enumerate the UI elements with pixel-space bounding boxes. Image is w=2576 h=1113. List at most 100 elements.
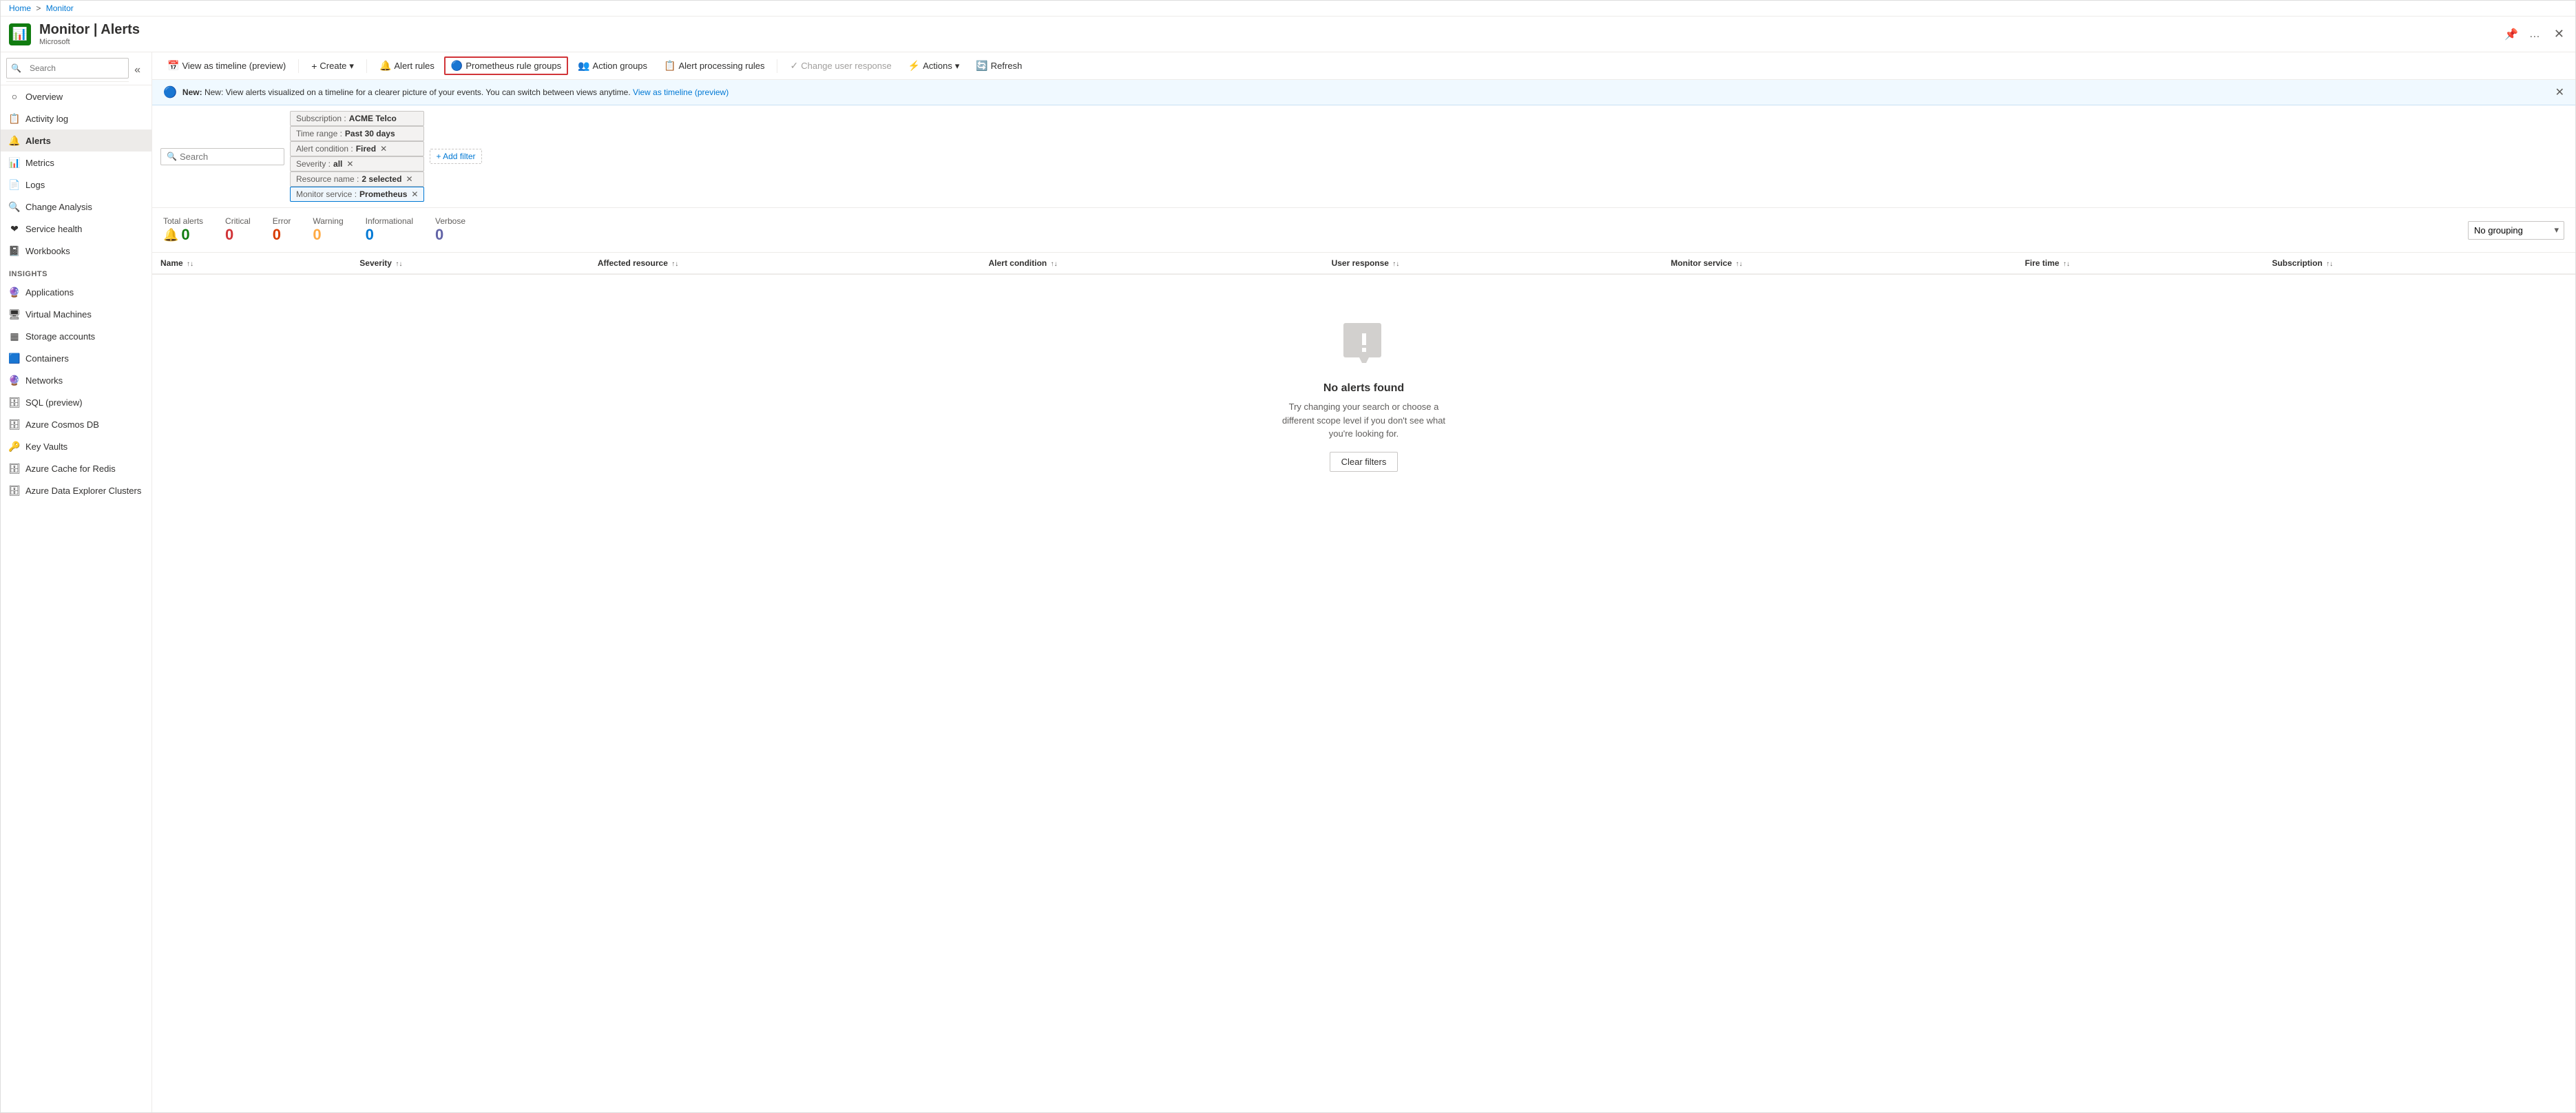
applications-icon: 🔮 bbox=[9, 287, 20, 298]
notification-close-button[interactable]: ✕ bbox=[2555, 85, 2564, 99]
pin-button[interactable]: 📌 bbox=[2502, 25, 2521, 44]
sidebar-label-metrics: Metrics bbox=[25, 158, 54, 168]
filter-chip-alert_condition[interactable]: Alert condition :Fired ✕ bbox=[290, 141, 424, 156]
sidebar-collapse-button[interactable]: « bbox=[129, 59, 146, 82]
clear-filters-button[interactable]: Clear filters bbox=[1330, 452, 1399, 472]
refresh-icon: 🔄 bbox=[976, 60, 987, 72]
alerts-icon: 🔔 bbox=[9, 135, 20, 146]
prometheus-icon: 🔵 bbox=[451, 60, 463, 72]
column-header-affected_resource[interactable]: Affected resource ↑↓ bbox=[589, 253, 981, 274]
sidebar-label-virtual_machines: Virtual Machines bbox=[25, 309, 92, 320]
breadcrumb-monitor[interactable]: Monitor bbox=[46, 3, 74, 13]
search-filter[interactable]: 🔍 bbox=[160, 148, 284, 165]
key_vaults-icon: 🔑 bbox=[9, 441, 20, 452]
sidebar: 🔍 « ○Overview📋Activity log🔔Alerts📊Metric… bbox=[1, 52, 152, 1112]
more-button[interactable]: … bbox=[2526, 25, 2543, 43]
add-filter-button[interactable]: + Add filter bbox=[430, 149, 481, 164]
stat-critical: Critical 0 bbox=[225, 216, 251, 244]
change-user-response-button[interactable]: ✓ Change user response bbox=[783, 56, 898, 75]
chip-close-resource_name[interactable]: ✕ bbox=[406, 174, 412, 184]
chip-label-resource_name: Resource name : bbox=[296, 174, 359, 184]
grouping-select[interactable]: No groupingSmart groupingSubscriptionRes… bbox=[2468, 221, 2564, 240]
column-header-monitor_service[interactable]: Monitor service ↑↓ bbox=[1662, 253, 2016, 274]
sidebar-label-networks: Networks bbox=[25, 375, 63, 386]
sidebar-item-sql_preview[interactable]: 🗄 SQL (preview) bbox=[1, 391, 151, 413]
chip-value-subscription: ACME Telco bbox=[349, 114, 397, 123]
breadcrumb-home[interactable]: Home bbox=[9, 3, 31, 13]
empty-state-subtitle: Try changing your search or choose a dif… bbox=[1275, 400, 1454, 441]
sidebar-label-logs: Logs bbox=[25, 180, 45, 190]
sort-icon-fire_time: ↑↓ bbox=[2063, 260, 2070, 268]
column-header-user_response[interactable]: User response ↑↓ bbox=[1323, 253, 1663, 274]
sort-icon-affected_resource: ↑↓ bbox=[671, 260, 678, 268]
alert-processing-icon: 📋 bbox=[664, 60, 676, 72]
action-groups-button[interactable]: 👥 Action groups bbox=[571, 56, 654, 75]
virtual_machines-icon: 🖥 bbox=[9, 309, 20, 320]
alert-processing-rules-button[interactable]: 📋 Alert processing rules bbox=[657, 56, 771, 75]
close-button[interactable]: ✕ bbox=[2551, 24, 2567, 44]
column-header-severity[interactable]: Severity ↑↓ bbox=[351, 253, 589, 274]
view-timeline-button[interactable]: 📅 View as timeline (preview) bbox=[160, 56, 293, 75]
column-header-subscription[interactable]: Subscription ↑↓ bbox=[2263, 253, 2575, 274]
total-alert-icon: 🔔 bbox=[163, 228, 178, 242]
sidebar-item-workbooks[interactable]: 📓Workbooks bbox=[1, 240, 151, 262]
sidebar-item-logs[interactable]: 📄 Logs bbox=[1, 174, 151, 196]
filter-chip-subscription[interactable]: Subscription :ACME Telco bbox=[290, 111, 424, 126]
column-header-alert_condition[interactable]: Alert condition ↑↓ bbox=[981, 253, 1323, 274]
refresh-button[interactable]: 🔄 Refresh bbox=[969, 56, 1029, 75]
sidebar-item-storage_accounts[interactable]: ▦Storage accounts bbox=[1, 325, 151, 347]
sort-icon-alert_condition: ↑↓ bbox=[1051, 260, 1058, 268]
sidebar-item-service_health[interactable]: ❤Service health bbox=[1, 218, 151, 240]
chip-label-alert_condition: Alert condition : bbox=[296, 144, 353, 154]
filter-chip-severity[interactable]: Severity :all✕ bbox=[290, 156, 424, 171]
sql_preview-icon: 🗄 bbox=[9, 397, 20, 408]
logs-icon: 📄 bbox=[9, 179, 20, 190]
search-input[interactable] bbox=[180, 152, 262, 162]
chip-close-alert_condition[interactable]: ✕ bbox=[380, 144, 387, 154]
sidebar-item-networks[interactable]: 🔮Networks bbox=[1, 369, 151, 391]
sidebar-search-icon: 🔍 bbox=[11, 63, 21, 73]
column-header-name[interactable]: Name ↑↓ bbox=[152, 253, 351, 274]
sidebar-item-activity_log[interactable]: 📋Activity log bbox=[1, 107, 151, 129]
cosmos_db-icon: 🗄 bbox=[9, 419, 20, 430]
breadcrumb: Home > Monitor bbox=[1, 1, 2575, 17]
sidebar-search-input[interactable] bbox=[24, 61, 124, 76]
chip-close-monitor_service[interactable]: ✕ bbox=[411, 189, 418, 199]
filter-chip-resource_name[interactable]: Resource name :2 selected✕ bbox=[290, 171, 424, 187]
sidebar-item-virtual_machines[interactable]: 🖥 Virtual Machines bbox=[1, 303, 151, 325]
stat-error: Error 0 bbox=[273, 216, 291, 244]
sidebar-item-metrics[interactable]: 📊Metrics bbox=[1, 152, 151, 174]
sidebar-item-cosmos_db[interactable]: 🗄Azure Cosmos DB bbox=[1, 413, 151, 435]
sort-icon-user_response: ↑↓ bbox=[1392, 260, 1399, 268]
chip-value-severity: all bbox=[333, 159, 342, 169]
insights-section-label: Insights bbox=[1, 262, 151, 281]
alert-rules-button[interactable]: 🔔 Alert rules bbox=[373, 56, 441, 75]
chip-label-subscription: Subscription : bbox=[296, 114, 346, 123]
sidebar-item-data_explorer[interactable]: 🗄Azure Data Explorer Clusters bbox=[1, 479, 151, 501]
sidebar-item-key_vaults[interactable]: 🔑Key Vaults bbox=[1, 435, 151, 457]
notification-link[interactable]: View as timeline (preview) bbox=[633, 87, 729, 97]
filter-chip-time_range[interactable]: Time range :Past 30 days bbox=[290, 126, 424, 141]
column-header-fire_time[interactable]: Fire time ↑↓ bbox=[2017, 253, 2264, 274]
lightning-icon: ⚡ bbox=[908, 60, 920, 72]
stat-total: Total alerts 🔔 0 bbox=[163, 216, 203, 244]
sidebar-item-overview[interactable]: ○Overview bbox=[1, 85, 151, 107]
page-header: 📊 Monitor | Alerts Microsoft 📌 … ✕ bbox=[1, 17, 2575, 52]
create-button[interactable]: + Create ▾ bbox=[304, 57, 361, 75]
page-subtitle: Microsoft bbox=[39, 38, 2493, 46]
sidebar-item-applications[interactable]: 🔮Applications bbox=[1, 281, 151, 303]
stat-verbose: Verbose 0 bbox=[435, 216, 465, 244]
sidebar-label-sql_preview: SQL (preview) bbox=[25, 397, 83, 408]
sidebar-item-cache_redis[interactable]: 🗄Azure Cache for Redis bbox=[1, 457, 151, 479]
actions-button[interactable]: ⚡ Actions ▾ bbox=[901, 56, 967, 75]
chip-value-alert_condition: Fired bbox=[356, 144, 376, 154]
prometheus-rule-groups-button[interactable]: 🔵 Prometheus rule groups bbox=[444, 56, 568, 75]
sidebar-item-change_analysis[interactable]: 🔍Change Analysis bbox=[1, 196, 151, 218]
sidebar-item-containers[interactable]: 🟦Containers bbox=[1, 347, 151, 369]
workbooks-icon: 📓 bbox=[9, 245, 20, 256]
page-title: Monitor | Alerts bbox=[39, 22, 2493, 38]
chip-close-severity[interactable]: ✕ bbox=[346, 159, 353, 169]
storage_accounts-icon: ▦ bbox=[9, 331, 20, 342]
filter-chip-monitor_service[interactable]: Monitor service :Prometheus✕ bbox=[290, 187, 424, 202]
sidebar-item-alerts[interactable]: 🔔Alerts bbox=[1, 129, 151, 152]
